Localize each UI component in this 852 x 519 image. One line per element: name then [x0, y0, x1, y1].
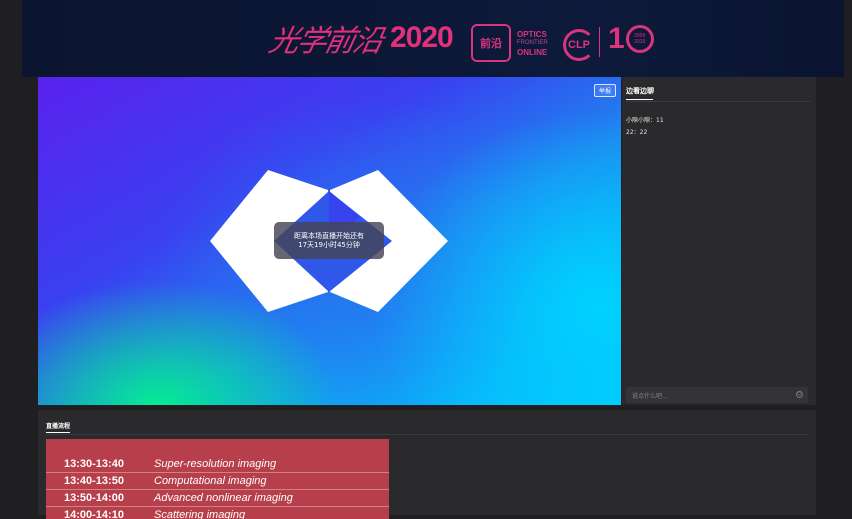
- video-player[interactable]: 距离本场直播开始还有 17天19小时45分钟 举报: [38, 77, 621, 405]
- chat-message: 22：22: [626, 127, 647, 136]
- anniversary-end-year: 2019: [634, 39, 645, 45]
- live-countdown: 距离本场直播开始还有 17天19小时45分钟: [274, 222, 384, 259]
- countdown-label: 距离本场直播开始还有: [294, 232, 364, 241]
- clp-logo-text: CLP: [568, 39, 590, 51]
- agenda-time: 13:50-14:00: [46, 492, 154, 504]
- agenda-time: 13:40-13:50: [46, 475, 154, 487]
- chat-divider: [626, 101, 810, 102]
- report-button[interactable]: 举报: [594, 84, 616, 97]
- logo-badge-text: 前沿: [480, 38, 502, 49]
- agenda-row: 14:00-14:10 Scattering imaging: [46, 506, 389, 519]
- logo-text-frontier: FRONTIER: [517, 39, 548, 48]
- chat-input-placeholder: 说点什么吧…: [632, 391, 668, 400]
- schedule-divider: [46, 434, 808, 435]
- logo-text-optics: OPTICS: [517, 30, 548, 39]
- chat-message: 小隙小隙：11: [626, 115, 664, 124]
- emoji-icon[interactable]: ☺: [796, 391, 803, 398]
- logo-text-online: ONLINE: [517, 48, 548, 57]
- agenda-time: 14:00-14:10: [46, 509, 154, 519]
- logo-divider: [599, 27, 600, 57]
- agenda-row: 13:40-13:50 Computational imaging: [46, 472, 389, 490]
- clp-logo: CLP: [563, 29, 595, 61]
- countdown-value: 17天19小时45分钟: [298, 241, 360, 250]
- agenda-title: Advanced nonlinear imaging: [154, 492, 293, 504]
- event-calligraphy-title: 光学前沿: [265, 16, 386, 60]
- agenda-table: 13:30-13:40 Super-resolution imaging 13:…: [46, 439, 389, 519]
- chat-tab[interactable]: 边看边聊: [626, 86, 654, 96]
- agenda-row: 13:50-14:00 Advanced nonlinear imaging: [46, 489, 389, 507]
- agenda-row: 13:30-13:40 Super-resolution imaging: [46, 455, 389, 473]
- agenda-time: 13:30-13:40: [46, 458, 154, 470]
- header-banner: 光学前沿 2020 前沿 OPTICS FRONTIER ONLINE CLP …: [22, 0, 844, 77]
- chat-tab-indicator: [626, 99, 653, 100]
- event-year: 2020: [390, 21, 453, 55]
- tenth-anniversary-logo: 1 2009 2019: [608, 24, 654, 54]
- event-title: 光学前沿 2020: [270, 14, 453, 62]
- chat-input[interactable]: 说点什么吧… ☺: [626, 387, 808, 403]
- agenda-title: Computational imaging: [154, 475, 267, 487]
- anniversary-ring-icon: 2009 2019: [626, 25, 654, 53]
- camera-icon: 前沿: [471, 24, 511, 62]
- optics-frontier-logo: 前沿 OPTICS FRONTIER ONLINE: [471, 24, 548, 62]
- anniversary-digit: 1: [608, 24, 625, 54]
- chat-panel: 边看边聊 小隙小隙：11 22：22 说点什么吧… ☺: [622, 77, 816, 405]
- schedule-tab-indicator: [46, 432, 70, 433]
- agenda-title: Super-resolution imaging: [154, 458, 276, 470]
- tab-live-schedule[interactable]: 直播流程: [46, 421, 70, 430]
- schedule-section: 直播流程 13:30-13:40 Super-resolution imagin…: [38, 410, 816, 515]
- agenda-title: Scattering imaging: [154, 509, 245, 519]
